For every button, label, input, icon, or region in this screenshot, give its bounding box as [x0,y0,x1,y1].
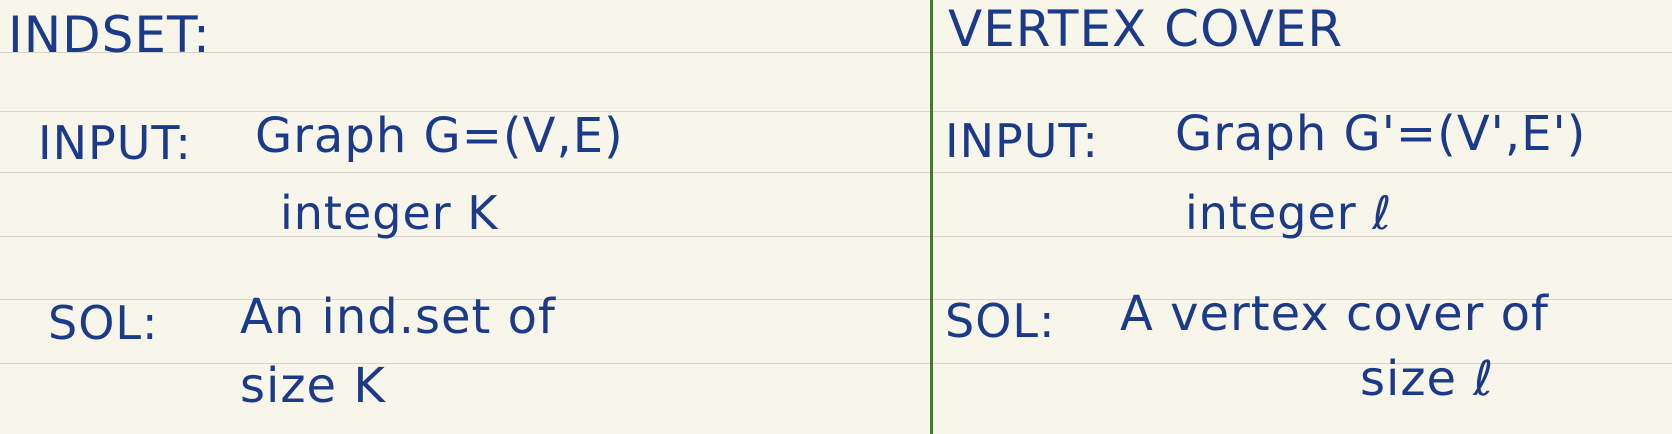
indset-title: INDSET: [8,6,211,64]
vertex-cover-input-integer: integer ℓ [1185,186,1393,240]
vertex-cover-sol-label: SOL: [945,294,1056,348]
vertex-cover-sol-line1: A vertex cover of [1120,286,1549,342]
ruled-line [0,236,1672,237]
indset-input-integer: integer K [280,186,499,240]
ruled-line [0,172,1672,173]
ruled-line [0,52,1672,53]
indset-input-graph: Graph G=(V,E) [255,108,624,164]
indset-sol-line1: An ind.set of [240,289,556,345]
vertex-cover-input-graph: Graph G'=(V',E') [1175,106,1587,162]
page-divider [930,0,933,434]
vertex-cover-sol-line2: size ℓ [1360,351,1495,407]
indset-input-label: INPUT: [38,116,192,170]
indset-sol-line2: size K [240,358,386,414]
indset-sol-label: SOL: [48,296,159,350]
vertex-cover-input-label: INPUT: [945,114,1099,168]
vertex-cover-title: VERTEX COVER [948,0,1344,58]
